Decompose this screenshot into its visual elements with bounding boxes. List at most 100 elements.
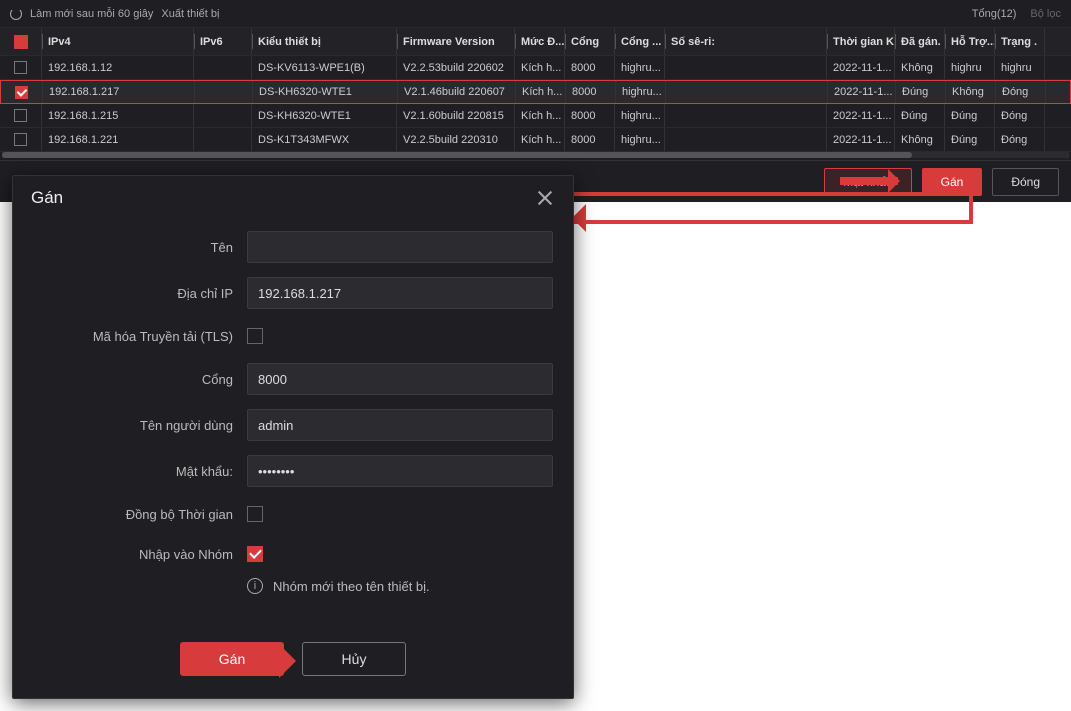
device-table: IPv4 IPv6 Kiểu thiết bị Firmware Version…: [0, 28, 1071, 158]
group-label: Nhập vào Nhóm: [13, 547, 233, 562]
user-input[interactable]: [247, 409, 553, 441]
close-icon[interactable]: [535, 188, 555, 208]
cell-stat: highru: [995, 56, 1045, 79]
cell-ipv6: [194, 128, 252, 151]
info-icon: i: [247, 578, 263, 594]
cell-stat: Đóng: [995, 128, 1045, 151]
cell-stat: Đóng: [995, 104, 1045, 127]
table-row[interactable]: 192.168.1.12 DS-KV6113-WPE1(B)V2.2.53buil…: [0, 56, 1071, 80]
col-sup[interactable]: Hỗ Trợ...: [951, 36, 995, 48]
row-checkbox[interactable]: [14, 109, 27, 122]
row-checkbox[interactable]: [15, 86, 28, 99]
refresh-label[interactable]: Làm mới sau mỗi 60 giây: [30, 8, 153, 20]
cell-fw: V2.1.46build 220607: [398, 81, 516, 103]
cell-port2: highru...: [615, 128, 665, 151]
cell-port2: highru...: [615, 104, 665, 127]
port-label: Cổng: [13, 372, 233, 387]
col-port[interactable]: Cổng: [571, 36, 599, 48]
cell-ipv4: 192.168.1.221: [42, 128, 194, 151]
total-count: (12): [997, 8, 1017, 20]
cell-ipv4: 192.168.1.12: [42, 56, 194, 79]
col-time[interactable]: Thời gian K...: [833, 36, 895, 48]
cell-ipv6: [195, 81, 253, 103]
h-scrollbar[interactable]: [2, 152, 1069, 158]
name-label: Tên: [13, 240, 233, 255]
col-serial[interactable]: Số sê-ri:: [671, 36, 715, 48]
cell-gan: Không: [895, 128, 945, 151]
tls-checkbox[interactable]: [247, 328, 263, 344]
cell-type: DS-KH6320-WTE1: [253, 81, 398, 103]
cell-fw: V2.1.60build 220815: [397, 104, 515, 127]
total-label: Tổng: [972, 8, 997, 20]
table-header: IPv4 IPv6 Kiểu thiết bị Firmware Version…: [0, 28, 1071, 56]
header-logo-icon: [14, 35, 28, 49]
table-row[interactable]: 192.168.1.221DS-K1T343MFWXV2.2.5build 22…: [0, 128, 1071, 152]
cell-gan: Đúng: [895, 104, 945, 127]
cell-gan: Không: [895, 56, 945, 79]
cell-enc: Kích h...: [515, 104, 565, 127]
col-gan[interactable]: Đã gán.: [901, 36, 941, 48]
col-ipv4[interactable]: IPv4: [48, 36, 71, 48]
export-label[interactable]: Xuất thiết bị: [161, 8, 219, 20]
cell-enc: Kích h...: [515, 56, 565, 79]
cell-port: 8000: [565, 104, 615, 127]
cell-sup: Đúng: [945, 128, 995, 151]
cell-sup: Không: [946, 81, 996, 103]
name-input[interactable]: [247, 231, 553, 263]
refresh-icon[interactable]: [10, 8, 22, 20]
col-stat[interactable]: Trạng .: [1001, 36, 1037, 48]
col-fw[interactable]: Firmware Version: [403, 36, 495, 48]
cell-type: DS-KH6320-WTE1: [252, 104, 397, 127]
ip-label: Địa chỉ IP: [13, 286, 233, 301]
cell-serial: [665, 56, 827, 79]
filter-label[interactable]: Bộ lọc: [1030, 8, 1061, 20]
cell-fw: V2.2.53build 220602: [397, 56, 515, 79]
cell-port: 8000: [565, 56, 615, 79]
toolbar: Làm mới sau mỗi 60 giây Xuất thiết bị Tổ…: [0, 0, 1071, 28]
cell-serial: [665, 104, 827, 127]
cell-port: 8000: [565, 128, 615, 151]
group-info: Nhóm mới theo tên thiết bị.: [273, 579, 430, 594]
close-button[interactable]: Đóng: [992, 168, 1059, 196]
cell-serial: [665, 128, 827, 151]
annotation-arrow-icon: [840, 177, 898, 185]
gan-modal: Gán Tên Địa chỉ IP Mã hóa Truyền tải (TL…: [12, 175, 574, 699]
cell-port2: highru...: [616, 81, 666, 103]
cell-sup: highru: [945, 56, 995, 79]
modal-title: Gán: [31, 188, 63, 208]
cell-sup: Đúng: [945, 104, 995, 127]
user-label: Tên người dùng: [13, 418, 233, 433]
col-type[interactable]: Kiểu thiết bị: [258, 36, 321, 48]
cell-gan: Đúng: [896, 81, 946, 103]
modal-ok-button[interactable]: Gán: [180, 642, 284, 676]
cell-time: 2022-11-1...: [827, 104, 895, 127]
cell-type: DS-K1T343MFWX: [252, 128, 397, 151]
sync-checkbox[interactable]: [247, 506, 263, 522]
col-ipv6[interactable]: IPv6: [200, 36, 223, 48]
port-input[interactable]: [247, 363, 553, 395]
sync-label: Đồng bộ Thời gian: [13, 507, 233, 522]
tls-label: Mã hóa Truyền tải (TLS): [13, 329, 233, 344]
cell-time: 2022-11-1...: [827, 56, 895, 79]
modal-cancel-button[interactable]: Hủy: [302, 642, 406, 676]
table-row[interactable]: 192.168.1.215 DS-KH6320-WTE1V2.1.60build …: [0, 104, 1071, 128]
cell-port: 8000: [566, 81, 616, 103]
col-port2[interactable]: Cổng ...: [621, 36, 661, 48]
col-enc[interactable]: Mức Đ...: [521, 36, 564, 48]
pass-label: Mật khẩu:: [13, 464, 233, 479]
cell-stat: Đóng: [996, 81, 1046, 103]
cell-time: 2022-11-1...: [827, 128, 895, 151]
table-row[interactable]: 192.168.1.217 DS-KH6320-WTE1V2.1.46build …: [0, 80, 1071, 104]
pass-input[interactable]: [247, 455, 553, 487]
cell-serial: [666, 81, 828, 103]
cell-ipv4: 192.168.1.215: [42, 104, 194, 127]
gan-button[interactable]: Gán: [922, 168, 983, 196]
cell-ipv4: 192.168.1.217: [43, 81, 195, 103]
row-checkbox[interactable]: [14, 61, 27, 74]
row-checkbox[interactable]: [14, 133, 27, 146]
ip-input[interactable]: [247, 277, 553, 309]
cell-type: DS-KV6113-WPE1(B): [252, 56, 397, 79]
cell-enc: Kích h...: [516, 81, 566, 103]
cell-port2: highru...: [615, 56, 665, 79]
group-checkbox[interactable]: [247, 546, 263, 562]
